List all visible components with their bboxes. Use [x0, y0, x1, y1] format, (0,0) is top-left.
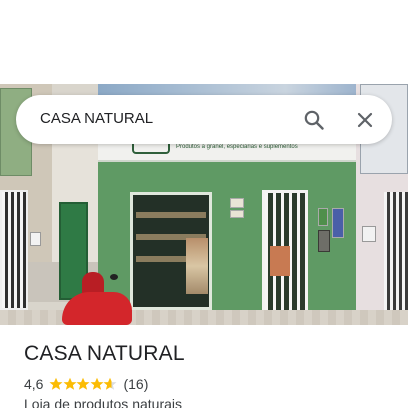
photo-motorcycle-mirror: [110, 274, 118, 280]
photo-left-gate: [0, 190, 28, 310]
photo-meter: [318, 230, 330, 252]
place-category[interactable]: Loja de produtos naturais: [24, 396, 182, 408]
star-icon: [63, 377, 77, 390]
photo-shelf: [136, 212, 206, 218]
star-icon: [76, 377, 90, 390]
photo-gate-inner: [270, 246, 290, 276]
place-page: Produtos a granel, especiarias e supleme…: [0, 0, 408, 408]
rating-row[interactable]: 4,6 (16): [24, 376, 148, 392]
photo-goods: [186, 238, 208, 294]
photo-right-box: [362, 226, 376, 242]
rating-stars: [49, 377, 117, 391]
search-query[interactable]: CASA NATURAL: [40, 110, 153, 127]
place-title: CASA NATURAL: [24, 342, 185, 365]
close-icon[interactable]: [353, 108, 377, 132]
photo-sticker: [230, 198, 244, 208]
photo-left-box: [30, 232, 41, 246]
star-icon: [49, 377, 63, 390]
photo-sticker: [318, 208, 328, 226]
photo-shop-tagline: Produtos a granel, especiarias e supleme…: [176, 144, 298, 150]
search-bar[interactable]: CASA NATURAL: [16, 95, 392, 144]
photo-sticker: [332, 208, 344, 238]
photo-sticker: [230, 210, 244, 218]
photo-motorcycle: [62, 292, 132, 325]
search-icon-glyph: [304, 110, 324, 130]
star-icon: [90, 377, 104, 390]
close-icon-glyph: [357, 112, 373, 128]
review-count[interactable]: (16): [123, 376, 148, 392]
star-icon: [103, 377, 117, 390]
rating-value: 4,6: [24, 376, 44, 392]
search-icon[interactable]: [302, 108, 326, 132]
photo-right-gate: [384, 192, 408, 314]
